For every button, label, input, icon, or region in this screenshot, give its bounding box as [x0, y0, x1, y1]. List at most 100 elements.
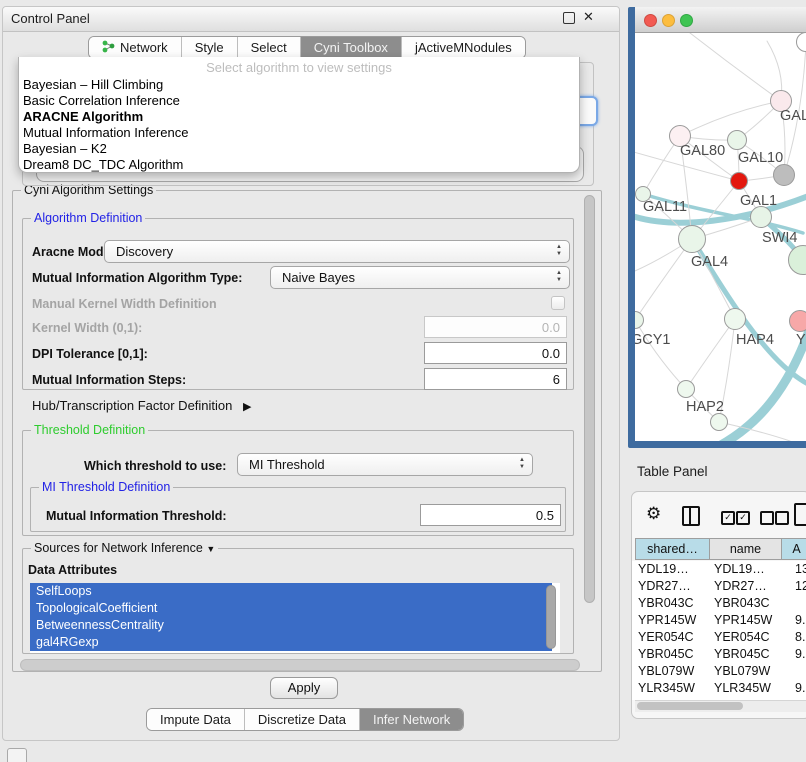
kernel-width-field[interactable]: 0.0 — [424, 316, 567, 338]
manual-kernel-checkbox[interactable] — [551, 296, 565, 310]
checked-box-icon[interactable]: ✓ — [736, 511, 750, 525]
column-header-shared-[interactable]: shared… — [635, 538, 710, 560]
gear-icon[interactable]: ⚙ — [646, 504, 661, 524]
table-cell — [782, 663, 806, 680]
algorithm-definition-legend: Algorithm Definition — [31, 211, 145, 226]
unchecked-box-icon[interactable] — [775, 511, 789, 525]
mac-close-button[interactable] — [644, 14, 657, 27]
table-cell: YPR145W — [632, 612, 710, 629]
mi-threshold-field[interactable]: 0.5 — [420, 504, 561, 526]
tab-cyni-toolbox[interactable]: Cyni Toolbox — [301, 37, 402, 58]
attribute-item-selfloops[interactable]: SelfLoops — [30, 583, 552, 600]
network-node-y[interactable] — [789, 310, 806, 332]
float-window-icon[interactable] — [563, 12, 575, 24]
network-node-gal4[interactable] — [678, 225, 706, 253]
node-label-gal11: GAL11 — [643, 199, 687, 215]
table-row[interactable]: YER054CYER054C8. — [632, 629, 806, 646]
dropdown-hint: Select algorithm to view settings — [19, 59, 579, 77]
table-row[interactable]: YPR145WYPR145W9. — [632, 612, 806, 629]
network-window-titlebar[interactable] — [635, 7, 806, 33]
tab-label: Style — [195, 40, 224, 55]
expand-right-icon[interactable]: ▶ — [243, 401, 251, 413]
network-node[interactable] — [773, 164, 795, 186]
tab-network[interactable]: Network — [89, 37, 182, 58]
threshold-definition-legend: Threshold Definition — [31, 423, 148, 438]
window-title: Control Panel — [11, 11, 90, 26]
attribute-item-betweennesscentrality[interactable]: BetweennessCentrality — [30, 617, 552, 634]
network-node-swi4[interactable] — [750, 206, 772, 228]
aracne-mode-select[interactable]: Discovery ▲▼ — [104, 240, 570, 263]
network-icon — [102, 40, 115, 56]
which-threshold-label: Which threshold to use: — [84, 459, 226, 473]
column-header-name[interactable]: name — [710, 538, 782, 560]
table-cell: YDL19… — [710, 561, 782, 578]
mi-type-select[interactable]: Naive Bayes ▲▼ — [270, 266, 570, 289]
tab-select[interactable]: Select — [238, 37, 301, 58]
table-cell: YBR045C — [632, 646, 710, 663]
table-panel-title: Table Panel — [637, 464, 708, 479]
collapse-down-icon[interactable]: ▼ — [206, 544, 215, 554]
tab-style[interactable]: Style — [182, 37, 238, 58]
attribute-item-gal4rgexp[interactable]: gal4RGexp — [30, 634, 552, 651]
dropdown-item-aracne-algorithm[interactable]: ARACNE Algorithm — [19, 109, 579, 125]
settings-vscrollbar[interactable] — [584, 195, 595, 603]
network-node-gal1[interactable] — [730, 172, 748, 190]
settings-hscrollbar[interactable] — [20, 659, 580, 671]
mi-type-value: Naive Bayes — [282, 267, 355, 288]
desktop: Control Panel ✕ Network Style SelectCyni T… — [0, 0, 806, 762]
aracne-mode-value: Discovery — [116, 241, 173, 262]
table-header: shared…nameA — [635, 538, 806, 560]
checked-box-icon[interactable]: ✓ — [721, 511, 735, 525]
attribute-item-topologicalcoefficient[interactable]: TopologicalCoefficient — [30, 600, 552, 617]
dropdown-item-mutual-information-inference[interactable]: Mutual Information Inference — [19, 125, 579, 141]
table-body: YDL19…YDL19…13YDR27…YDR27…12YBR043CYBR04… — [632, 561, 806, 700]
list-vscrollbar[interactable] — [546, 585, 556, 649]
columns-icon[interactable] — [682, 506, 700, 526]
tab-label: Infer Network — [373, 712, 450, 727]
mi-steps-field[interactable]: 6 — [424, 368, 567, 390]
tab-impute-data[interactable]: Impute Data — [147, 709, 245, 730]
tab-jactivemnodules[interactable]: jActiveMNodules — [402, 37, 525, 58]
dropdown-item-bayesian-k2[interactable]: Bayesian – K2 — [19, 141, 579, 157]
table-row[interactable]: YDR27…YDR27…12 — [632, 578, 806, 595]
which-threshold-select[interactable]: MI Threshold ▲▼ — [237, 453, 533, 476]
mac-zoom-button[interactable] — [680, 14, 693, 27]
network-node-hap2[interactable] — [677, 380, 695, 398]
unchecked-box-icon[interactable] — [760, 511, 774, 525]
table-row[interactable]: YBL079WYBL079W — [632, 663, 806, 680]
node-label-gal80: GAL80 — [680, 143, 725, 159]
network-node-hap4[interactable] — [724, 308, 746, 330]
tab-discretize-data[interactable]: Discretize Data — [245, 709, 360, 730]
control-panel-tabs: Network Style SelectCyni ToolboxjActiveMNo… — [88, 36, 526, 59]
node-label-gal10: GAL10 — [738, 150, 783, 166]
dropdown-item-bayesian-hill-climbing[interactable]: Bayesian – Hill Climbing — [19, 77, 579, 93]
table-row[interactable]: YBR045CYBR045C9. — [632, 646, 806, 663]
apply-button[interactable]: Apply — [270, 677, 338, 699]
tab-label: Impute Data — [160, 712, 231, 727]
dropdown-item-basic-correlation-inference[interactable]: Basic Correlation Inference — [19, 93, 579, 109]
table-hscrollbar-thumb[interactable] — [637, 702, 743, 710]
tab-label: Network — [120, 40, 168, 55]
network-node[interactable] — [710, 413, 728, 431]
sources-legend: Sources for Network Inference ▼ — [31, 541, 218, 557]
network-canvas[interactable]: GAL2GAL80GAL10GAL1GAL11SWI4GAL4GCY1HAP4Y… — [635, 33, 806, 441]
network-node-gal10[interactable] — [727, 130, 747, 150]
mac-minimize-button[interactable] — [662, 14, 675, 27]
table-row[interactable]: YBR043CYBR043C — [632, 595, 806, 612]
close-icon[interactable]: ✕ — [583, 9, 594, 25]
table-cell — [782, 595, 806, 612]
table-cell: YBR043C — [632, 595, 710, 612]
mi-threshold-label: Mutual Information Threshold: — [46, 509, 227, 523]
tab-label: Discretize Data — [258, 712, 346, 727]
table-cell: YBR045C — [710, 646, 782, 663]
table-row[interactable]: YDL19…YDL19…13 — [632, 561, 806, 578]
dpi-tolerance-field[interactable]: 0.0 — [424, 342, 567, 364]
document-icon[interactable] — [794, 503, 806, 526]
tab-infer-network[interactable]: Infer Network — [360, 709, 463, 730]
dropdown-item-dream8-dc-tdc-algorithm[interactable]: Dream8 DC_TDC Algorithm — [19, 157, 579, 173]
corner-button[interactable] — [7, 748, 27, 762]
table-row[interactable]: YLR345WYLR345W9. — [632, 680, 806, 697]
hub-definition-expander[interactable]: Hub/Transcription Factor Definition ▶ — [32, 398, 251, 413]
column-header-a[interactable]: A — [782, 538, 806, 560]
node-label-swi4: SWI4 — [762, 230, 797, 246]
